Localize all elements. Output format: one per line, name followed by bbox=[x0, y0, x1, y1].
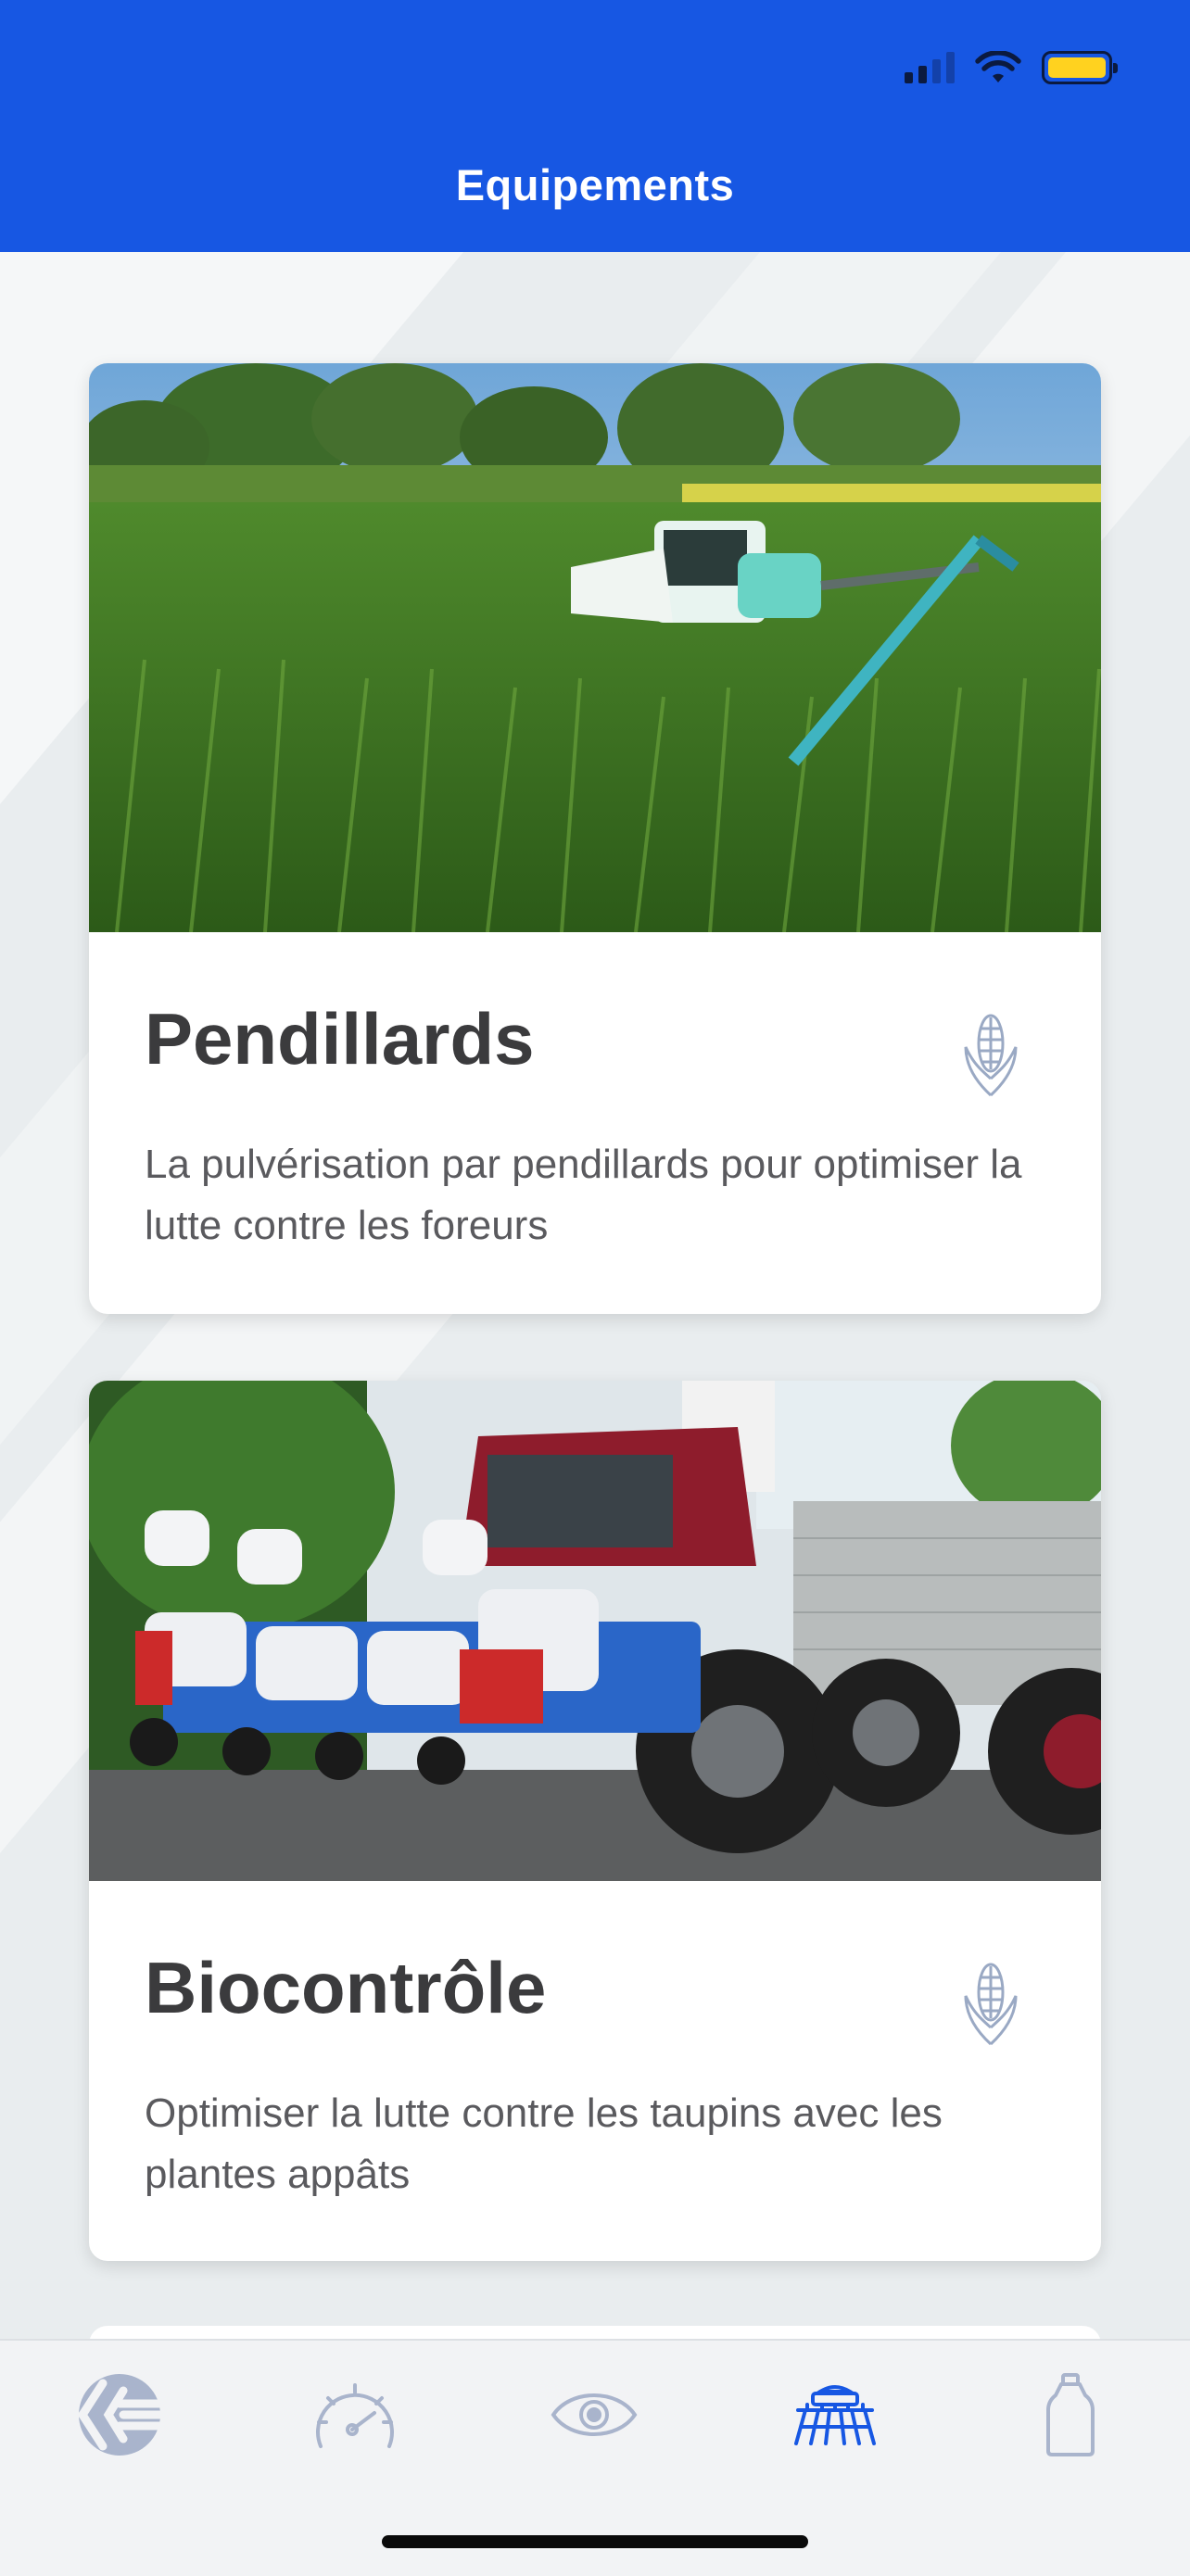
app-header: Equipements bbox=[0, 0, 1190, 252]
eye-icon bbox=[551, 2393, 638, 2436]
tractor-with-seeder-photo bbox=[89, 1381, 1101, 1881]
corn-icon bbox=[964, 1014, 1018, 1097]
equipment-card-pendillards[interactable]: Pendillards La pulvérisation par pendill… bbox=[89, 363, 1101, 1314]
tab-products[interactable] bbox=[1019, 2368, 1121, 2461]
speedometer-icon bbox=[316, 2383, 394, 2448]
seeder-machine-icon bbox=[794, 2385, 876, 2445]
page-title: Equipements bbox=[455, 160, 735, 209]
card-title: Pendillards bbox=[145, 998, 535, 1080]
wifi-icon bbox=[975, 51, 1021, 82]
bottle-icon bbox=[1046, 2373, 1095, 2456]
tab-home[interactable] bbox=[69, 2368, 171, 2461]
card-description: La pulvérisation par pendillards pour op… bbox=[145, 1142, 1022, 1248]
sprayer-in-corn-field-photo bbox=[89, 363, 1101, 932]
card-description: Optimiser la lutte contre les taupins av… bbox=[145, 2090, 943, 2197]
status-bar bbox=[905, 46, 1118, 89]
battery-icon bbox=[1042, 51, 1118, 84]
tab-observation[interactable] bbox=[543, 2368, 645, 2461]
brand-logo-icon bbox=[77, 2374, 164, 2456]
tab-equipements[interactable] bbox=[784, 2368, 886, 2461]
card-title: Biocontrôle bbox=[145, 1947, 547, 2028]
home-indicator bbox=[382, 2535, 808, 2548]
tab-dashboard[interactable] bbox=[304, 2368, 406, 2461]
cellular-signal-icon bbox=[905, 52, 955, 83]
corn-icon bbox=[964, 1963, 1018, 2046]
card-body: Biocontrôle Optimiser la lutte contre le… bbox=[89, 1881, 1101, 2261]
card-body: Pendillards La pulvérisation par pendill… bbox=[89, 932, 1101, 1314]
equipment-card-biocontrole[interactable]: Biocontrôle Optimiser la lutte contre le… bbox=[89, 1381, 1101, 2261]
